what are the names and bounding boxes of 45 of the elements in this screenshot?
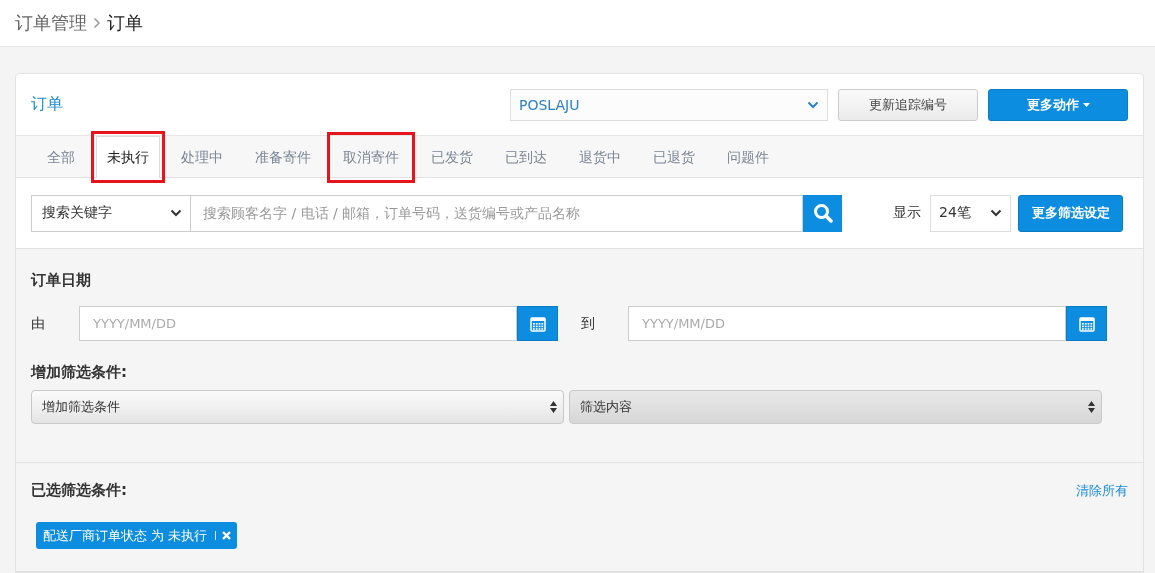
keyword-select[interactable]: 搜索关键字 — [31, 194, 191, 232]
breadcrumb-item: 订单 — [107, 11, 143, 35]
from-label: 由 — [31, 314, 46, 333]
breadcrumb-item[interactable]: 订单管理 — [15, 11, 87, 35]
section-heading: 增加筛选条件: — [31, 363, 128, 382]
tab[interactable]: 退货中 — [563, 137, 637, 178]
tab[interactable]: 已发货 — [415, 137, 489, 178]
date-field[interactable]: YYYY/MM/DD — [628, 306, 1066, 341]
more-filters-button[interactable]: 更多筛选设定 — [1018, 194, 1123, 232]
tab[interactable]: 未执行 — [96, 136, 160, 178]
update-button[interactable]: 更新追踪编号 — [838, 88, 978, 121]
dropdown-button[interactable]: 更多动作 — [988, 88, 1128, 121]
tab[interactable]: 问题件 — [711, 137, 785, 178]
to-label: 到 — [581, 314, 596, 333]
show-label: 显示 — [893, 204, 921, 222]
search-icon — [812, 203, 833, 223]
remove-icon[interactable] — [222, 531, 232, 540]
card-title: 订单 — [31, 94, 64, 115]
tab[interactable]: 已到达 — [489, 137, 563, 178]
calendar-icon — [529, 315, 546, 332]
calendar-icon — [1078, 315, 1095, 332]
tab[interactable]: 已退货 — [637, 137, 711, 178]
clear-all-link[interactable]: 清除所有 — [1076, 481, 1128, 500]
tab[interactable]: 全部 — [31, 137, 91, 178]
date-field[interactable]: YYYY/MM/DD — [79, 306, 517, 341]
filter-select[interactable]: 筛选内容 — [569, 390, 1102, 424]
tab[interactable]: 取消寄件 — [332, 137, 410, 178]
tab[interactable]: 处理中 — [165, 137, 239, 178]
section-heading: 订单日期 — [31, 271, 92, 290]
section-heading: 已选筛选条件: — [31, 481, 127, 500]
carrier-select[interactable]: POSLAJU — [510, 88, 828, 121]
calendar-button[interactable] — [1066, 306, 1107, 341]
chevron-down-icon — [170, 209, 182, 217]
chevron-down-icon — [807, 100, 819, 109]
filter-select[interactable]: 增加筛选条件 — [31, 390, 564, 424]
page-size-select[interactable]: 24笔 — [930, 194, 1011, 232]
search-field[interactable]: 搜索顾客名字 / 电话 / 邮箱，订单号码，送货编号或产品名称 — [191, 194, 803, 232]
tab[interactable]: 准备寄件 — [239, 137, 327, 178]
up-down-arrows-icon — [550, 401, 557, 413]
chevron-down-icon — [990, 209, 1002, 217]
filter-tag-label: 配送厂商订单状态 为 未执行 — [43, 526, 208, 545]
search-button[interactable] — [803, 194, 842, 232]
up-down-arrows-icon — [1088, 401, 1095, 413]
chevron-right-icon — [93, 17, 101, 29]
calendar-button[interactable] — [517, 306, 558, 341]
